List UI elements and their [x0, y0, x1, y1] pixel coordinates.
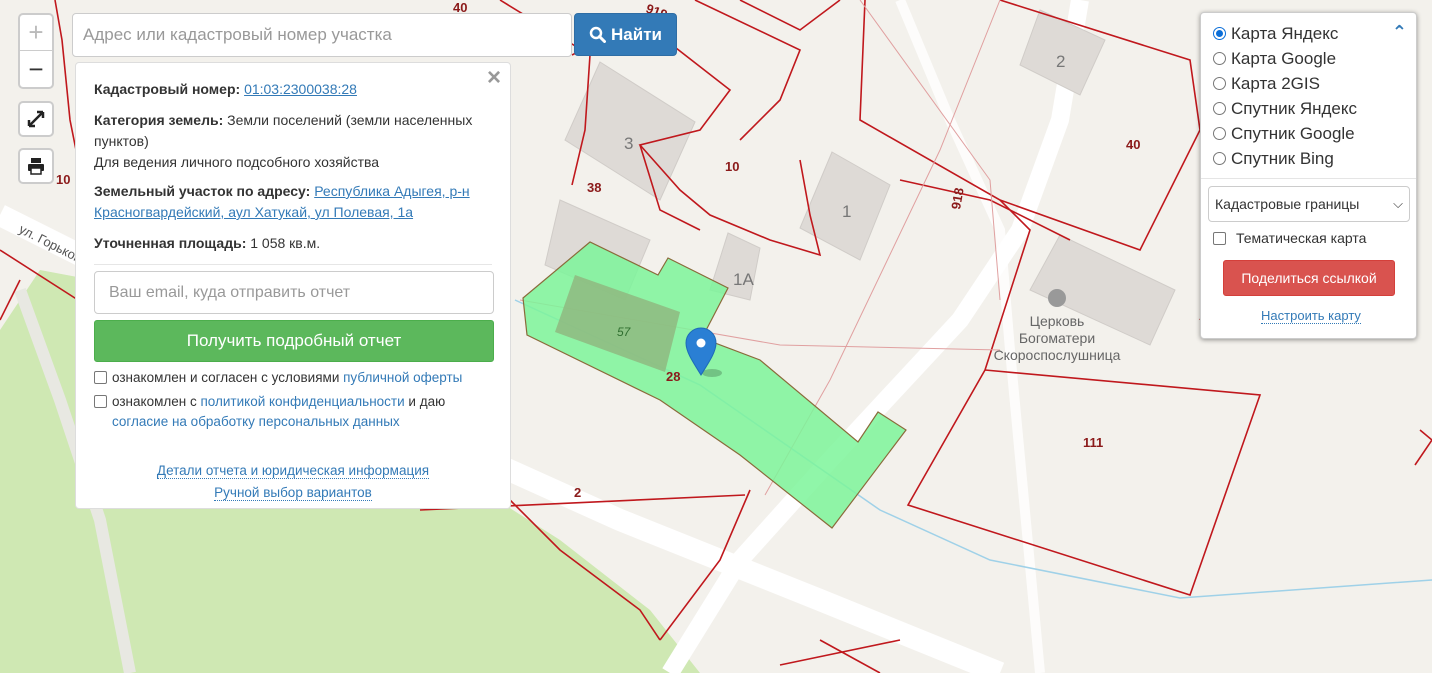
cadastral-number-link[interactable]: 01:03:2300038:28 [244, 81, 357, 97]
print-button[interactable] [18, 148, 54, 184]
layer-option-google-satellite[interactable]: Спутник Google [1213, 121, 1409, 146]
search-icon [589, 26, 607, 43]
area-value: 1 058 кв.м. [250, 235, 321, 251]
building-number: 1А [733, 270, 754, 289]
privacy-checkbox-row: ознакомлен с политикой конфиденциальност… [94, 392, 492, 432]
search-button[interactable]: Найти [574, 13, 677, 56]
building-number: 57 [617, 325, 632, 339]
church-label: Скороспослушница [994, 347, 1121, 363]
radio-icon [1213, 52, 1226, 65]
building-number: 1 [842, 202, 851, 221]
printer-icon [28, 158, 44, 175]
building-number: 2 [1056, 52, 1065, 71]
thematic-map-label: Тематическая карта [1236, 230, 1367, 246]
get-report-button[interactable]: Получить подробный отчет [94, 320, 494, 362]
address-row: Земельный участок по адресу: Республика … [94, 181, 492, 223]
address-label: Земельный участок по адресу: [94, 183, 311, 199]
cadastral-number-label: Кадастровый номер: [94, 81, 241, 97]
area-label: Уточненная площадь: [94, 235, 247, 251]
thematic-map-checkbox[interactable] [1213, 231, 1226, 245]
divider [1201, 178, 1416, 179]
radio-icon [1213, 102, 1226, 115]
zoom-control: + − [18, 13, 54, 89]
collapse-icon[interactable]: ⌃ [1392, 22, 1407, 43]
manual-choice-link[interactable]: Ручной выбор вариантов [214, 485, 372, 501]
church-label: Церковь [1030, 313, 1085, 329]
privacy-checkbox[interactable] [94, 395, 107, 408]
privacy-text: ознакомлен с политикой конфиденциальност… [112, 394, 446, 429]
zoom-out-button[interactable]: − [20, 51, 52, 87]
overlay-select[interactable]: Кадастровые границы ⌵ [1208, 186, 1410, 222]
radio-icon [1213, 27, 1226, 40]
chevron-down-icon: ⌵ [1393, 196, 1403, 211]
parcel-number: 28 [666, 369, 680, 384]
church-label: Богоматери [1019, 330, 1095, 346]
parcel-number: 40 [1126, 137, 1140, 152]
divider [94, 264, 492, 265]
share-link-button[interactable]: Поделиться ссылкой [1223, 260, 1395, 296]
layer-option-google-map[interactable]: Карта Google [1213, 46, 1409, 71]
layer-option-yandex-satellite[interactable]: Спутник Яндекс [1213, 96, 1409, 121]
report-details-link[interactable]: Детали отчета и юридическая информация [156, 463, 430, 479]
thematic-map-row: Тематическая карта [1213, 230, 1409, 246]
close-icon[interactable]: × [487, 66, 501, 90]
radio-icon [1213, 152, 1226, 165]
search-button-label: Найти [611, 24, 662, 44]
expand-icon [27, 110, 45, 128]
building-number: 3 [624, 134, 633, 153]
layer-option-2gis-map[interactable]: Карта 2GIS [1213, 71, 1409, 96]
email-field[interactable] [94, 271, 494, 314]
radio-icon [1213, 127, 1226, 140]
configure-map-link[interactable]: Настроить карту [1261, 308, 1361, 324]
land-usage-value: Для ведения личного подсобного хозяйства [94, 154, 380, 170]
parcel-number: 111 [1083, 435, 1103, 450]
land-category-row: Категория земель: Земли поселений (земли… [94, 110, 492, 173]
map-layers-panel: ⌃ Карта Яндекс Карта Google Карта 2GIS С… [1200, 12, 1417, 339]
area-row: Уточненная площадь: 1 058 кв.м. [94, 233, 492, 254]
offer-checkbox[interactable] [94, 371, 107, 384]
privacy-link[interactable]: политикой конфиденциальности [200, 394, 404, 409]
cadastral-number-row: Кадастровый номер: 01:03:2300038:28 [94, 79, 492, 100]
church-icon [1048, 289, 1066, 307]
zoom-in-button[interactable]: + [20, 15, 52, 51]
consent-link[interactable]: согласие на обработку персональных данны… [112, 414, 400, 429]
parcel-number: 2 [574, 485, 581, 500]
offer-checkbox-row: ознакомлен и согласен с условиями публич… [94, 368, 492, 388]
layer-option-yandex-map[interactable]: Карта Яндекс [1213, 21, 1409, 46]
parcel-number: 10 [725, 159, 739, 174]
parcel-info-panel: × Кадастровый номер: 01:03:2300038:28 Ка… [75, 62, 511, 509]
parcel-number: 38 [587, 180, 601, 195]
offer-link[interactable]: публичной оферты [343, 370, 462, 385]
land-category-label: Категория земель: [94, 112, 224, 128]
info-links: Детали отчета и юридическая информация Р… [94, 460, 492, 504]
parcel-number: 10 [56, 172, 70, 187]
fullscreen-button[interactable] [18, 101, 54, 137]
radio-icon [1213, 77, 1226, 90]
offer-text: ознакомлен и согласен с условиями публич… [112, 370, 463, 385]
layer-option-bing-satellite[interactable]: Спутник Bing [1213, 146, 1409, 171]
search-input[interactable] [72, 13, 572, 57]
